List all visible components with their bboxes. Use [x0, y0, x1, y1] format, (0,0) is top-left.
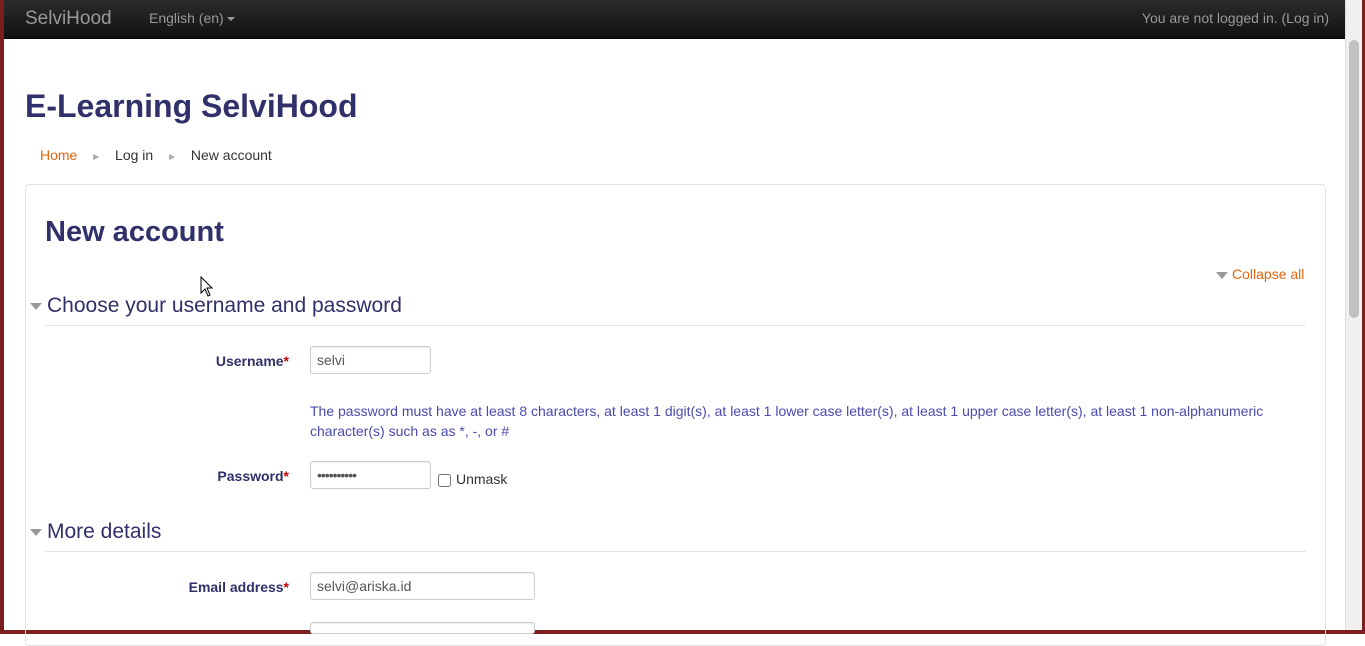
mouse-pointer-icon [200, 276, 214, 297]
section-toggle-details[interactable]: More details [30, 520, 161, 544]
breadcrumb-separator-icon: ► [167, 152, 177, 163]
breadcrumb-separator-icon: ► [91, 152, 102, 163]
section-divider [45, 551, 1306, 552]
collapse-all-label: Collapse all [1232, 266, 1305, 282]
section-legend-details: More details [47, 520, 162, 543]
login-status-text: You are not logged in. ( [1141, 10, 1287, 26]
window-frame-left [0, 0, 4, 634]
language-menu[interactable]: English (en) [149, 10, 235, 26]
login-info: You are not logged in. (Log in) [1142, 10, 1329, 26]
unmask-checkbox[interactable] [438, 473, 451, 487]
brand-link[interactable]: SelviHood [25, 8, 112, 30]
password-policy-text: The password must have at least 8 charac… [310, 403, 1264, 439]
page-heading: New account [45, 216, 224, 248]
breadcrumb-home[interactable]: Home [40, 147, 77, 163]
email-label-text: Email address [188, 579, 284, 595]
password-label: Password* [49, 468, 289, 484]
required-marker: * [283, 579, 289, 595]
unmask-toggle[interactable]: Unmask [438, 471, 507, 487]
collapse-all-link[interactable]: Collapse all [1216, 266, 1304, 282]
next-field-input[interactable] [310, 622, 535, 634]
site-title: E-Learning SelviHood [25, 88, 358, 124]
breadcrumb: Home ► Log in ► New account [40, 147, 272, 163]
language-label: English (en) [149, 10, 224, 26]
unmask-label: Unmask [456, 471, 508, 487]
section-toggle-credentials[interactable]: Choose your username and password [30, 294, 402, 318]
section-legend-credentials: Choose your username and password [47, 294, 402, 317]
top-navbar: SelviHood English (en) You are not logge… [4, 0, 1345, 39]
section-divider [45, 325, 1306, 326]
breadcrumb-login[interactable]: Log in [115, 147, 153, 163]
scrollbar[interactable] [1345, 0, 1362, 630]
caret-down-icon [226, 17, 235, 22]
collapse-triangle-icon [1216, 271, 1228, 279]
email-label: Email address* [49, 579, 289, 595]
username-label-text: Username [215, 353, 284, 369]
expand-triangle-icon [30, 302, 42, 310]
username-input[interactable] [310, 346, 431, 374]
email-input[interactable] [310, 572, 535, 600]
required-marker: * [283, 353, 289, 369]
expand-triangle-icon [30, 528, 42, 536]
login-status-close: ) [1324, 10, 1329, 26]
password-label-text: Password [217, 468, 284, 484]
scrollbar-thumb[interactable] [1349, 40, 1359, 318]
username-label: Username* [49, 353, 289, 369]
required-marker: * [283, 468, 289, 484]
breadcrumb-current: New account [190, 147, 272, 163]
password-input[interactable] [310, 461, 431, 489]
login-link[interactable]: Log in [1286, 10, 1324, 26]
